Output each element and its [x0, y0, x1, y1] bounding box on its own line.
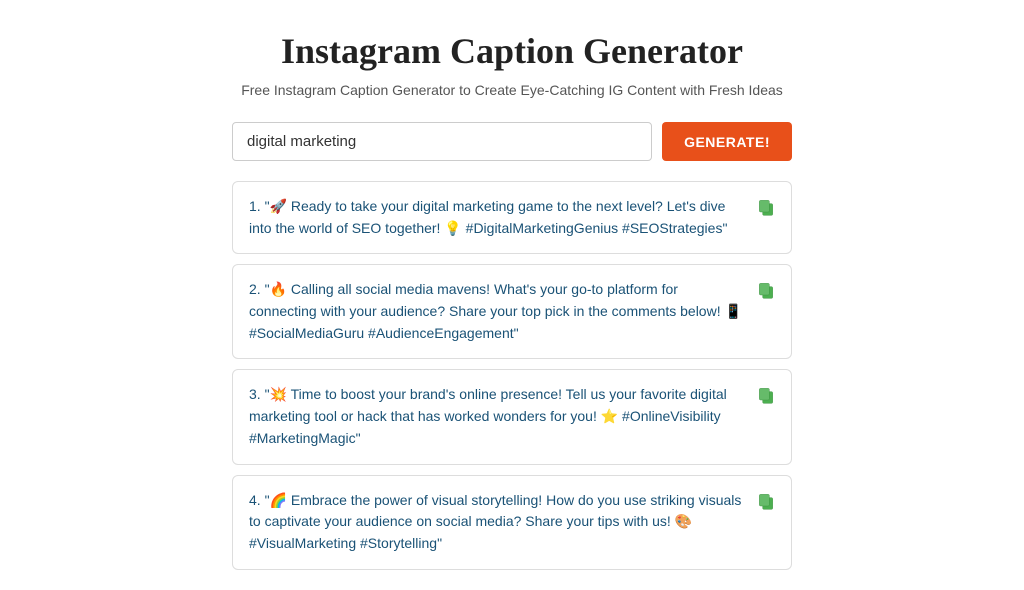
- result-text: 2. "🔥 Calling all social media mavens! W…: [249, 279, 745, 344]
- result-card: 1. "🚀 Ready to take your digital marketi…: [232, 181, 792, 254]
- search-row: GENERATE!: [232, 122, 792, 161]
- result-text: 4. "🌈 Embrace the power of visual storyt…: [249, 490, 745, 555]
- page-title: Instagram Caption Generator: [281, 30, 743, 72]
- copy-icon[interactable]: [755, 490, 777, 512]
- copy-icon[interactable]: [755, 196, 777, 218]
- generate-button[interactable]: GENERATE!: [662, 122, 792, 161]
- result-text: 3. "💥 Time to boost your brand's online …: [249, 384, 745, 449]
- result-card: 3. "💥 Time to boost your brand's online …: [232, 369, 792, 464]
- result-card: 4. "🌈 Embrace the power of visual storyt…: [232, 475, 792, 570]
- copy-icon[interactable]: [755, 384, 777, 406]
- results-container: 1. "🚀 Ready to take your digital marketi…: [232, 181, 792, 570]
- result-card: 2. "🔥 Calling all social media mavens! W…: [232, 264, 792, 359]
- result-text: 1. "🚀 Ready to take your digital marketi…: [249, 196, 745, 239]
- page-subtitle: Free Instagram Caption Generator to Crea…: [241, 82, 783, 98]
- search-input[interactable]: [232, 122, 652, 161]
- copy-icon[interactable]: [755, 279, 777, 301]
